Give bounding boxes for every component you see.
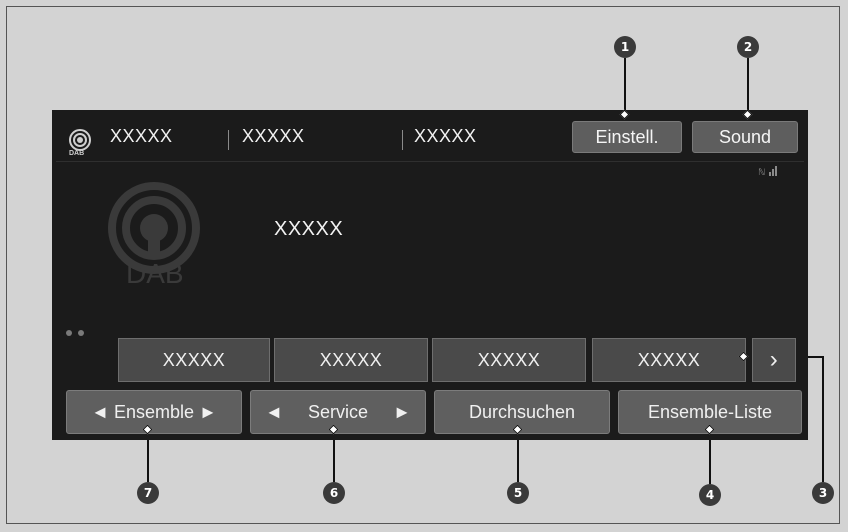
preset-button-3[interactable]: XXXXX	[432, 338, 586, 382]
station-tab-1[interactable]: XXXXX	[110, 126, 173, 147]
leader-line-3v	[822, 356, 824, 482]
divider	[402, 130, 403, 150]
dab-logo-text: DAB	[126, 258, 184, 289]
leader-line-1	[624, 58, 626, 114]
callout-2: 2	[737, 36, 759, 58]
station-tab-3[interactable]: XXXXX	[414, 126, 477, 147]
service-prev-arrow: ◄	[265, 401, 283, 422]
callout-1: 1	[614, 36, 636, 58]
service-next-arrow: ►	[393, 401, 411, 422]
page-dot	[66, 330, 72, 336]
now-playing-text: XXXXX	[274, 218, 344, 240]
station-tab-2[interactable]: XXXXX	[242, 126, 305, 147]
settings-button[interactable]: Einstell.	[572, 121, 682, 153]
leader-line-2	[747, 58, 749, 114]
callout-7: 7	[137, 482, 159, 504]
preset-button-4[interactable]: XXXXX	[592, 338, 746, 382]
service-label: Service	[307, 401, 369, 422]
divider	[228, 130, 229, 150]
callout-6: 6	[323, 482, 345, 504]
service-button[interactable]: ◄ Service ►	[250, 390, 426, 434]
radio-screen: DAB XXXXX XXXXX XXXXX Einstell. Sound ℕ …	[52, 110, 808, 440]
search-button[interactable]: Durchsuchen	[434, 390, 610, 434]
dab-source-label: DAB	[69, 150, 85, 157]
svg-text:ℕ: ℕ	[758, 168, 765, 178]
callout-3: 3	[812, 482, 834, 504]
header-divider	[56, 161, 804, 162]
preset-next-button[interactable]: ›	[752, 338, 796, 382]
page-dot	[78, 330, 84, 336]
sound-button[interactable]: Sound	[692, 121, 798, 153]
signal-strength-icon: ℕ	[758, 166, 777, 178]
ensemble-button[interactable]: ◄ Ensemble ►	[66, 390, 242, 434]
preset-button-1[interactable]: XXXXX	[118, 338, 270, 382]
callout-5: 5	[507, 482, 529, 504]
callout-4: 4	[699, 484, 721, 506]
preset-button-2[interactable]: XXXXX	[274, 338, 428, 382]
